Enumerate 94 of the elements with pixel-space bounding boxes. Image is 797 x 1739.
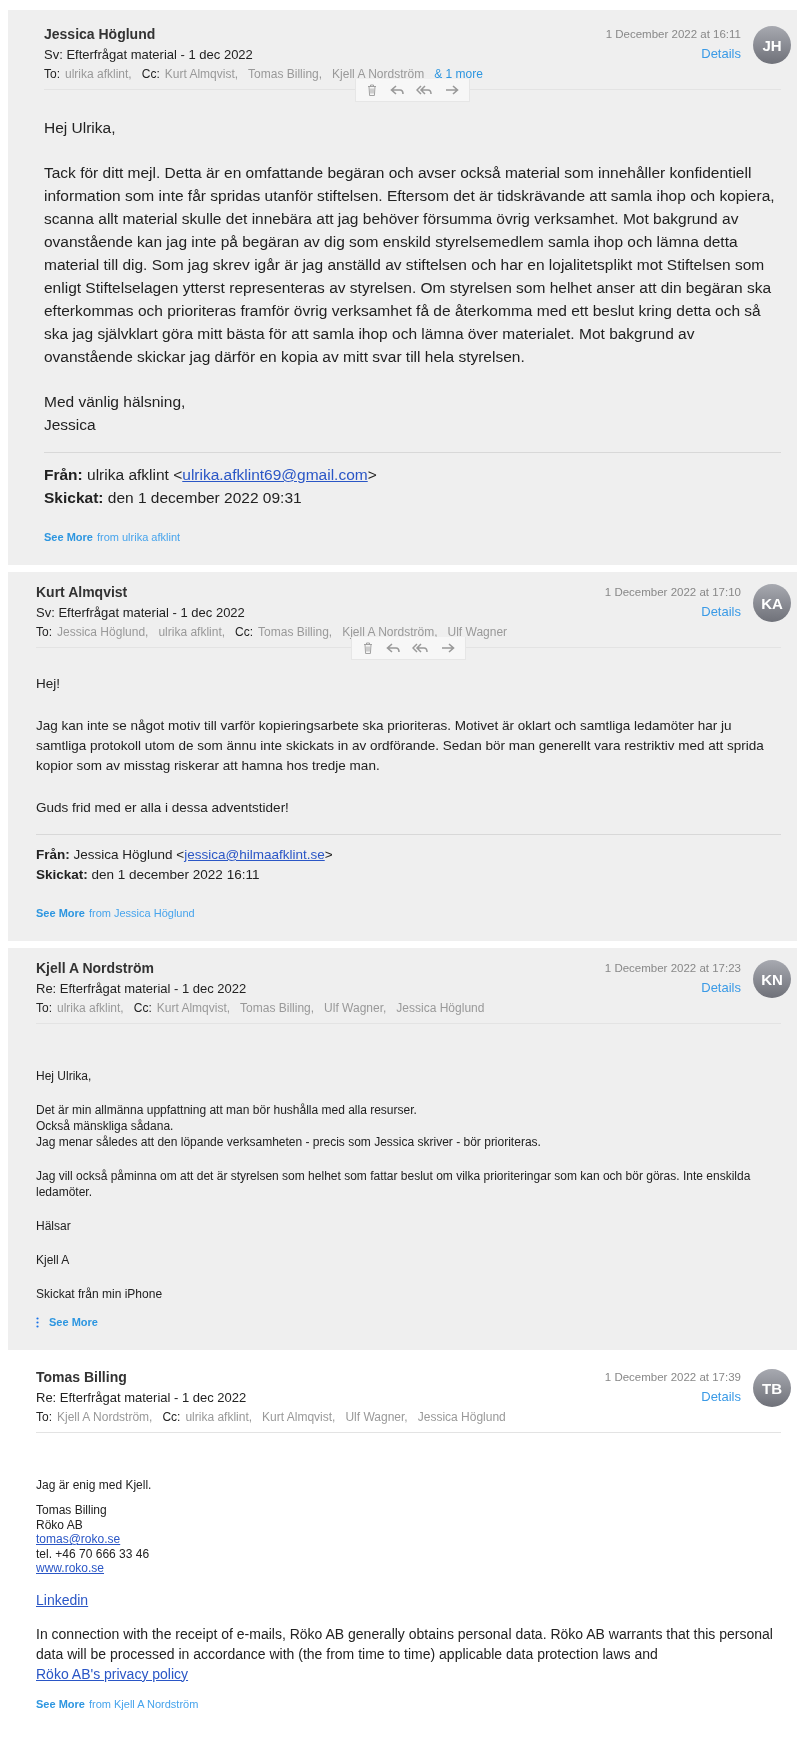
recipient[interactable]: Kurt Almqvist, (262, 1410, 336, 1424)
more-recipients-link[interactable]: & 1 more (434, 67, 483, 81)
text-line: Jag menar således att den löpande verksamheten - precis som Jessica skriver - bör prioriteras. (36, 1134, 542, 1150)
date: 1 December 2022 at 17:39 (604, 1371, 741, 1383)
delete-icon[interactable] (362, 642, 374, 654)
reply-all-icon[interactable] (416, 84, 433, 96)
text-line: Jag är enig med Kjell. (36, 1477, 153, 1493)
reply-icon[interactable] (386, 642, 400, 654)
avatar: JH (753, 26, 791, 64)
reply-icon[interactable] (390, 84, 404, 96)
see-more-link[interactable]: See More (44, 531, 93, 543)
subject: Re: Efterfrågat material - 1 dec 2022 (36, 981, 248, 996)
recipient[interactable]: Ulf Wagner (447, 625, 508, 639)
recipient[interactable]: Kurt Almqvist, (156, 1001, 231, 1015)
delete-icon[interactable] (366, 84, 378, 96)
text-line: tel. +46 70 666 33 46 (36, 1546, 151, 1561)
sender-name: Jessica Höglund (44, 26, 157, 42)
recipient[interactable]: Kjell A Nordström (332, 67, 425, 81)
text-line: Hej Ulrika, (44, 118, 117, 138)
link[interactable]: Linkedin (36, 1591, 89, 1608)
text-line: Jag vill också påminna om att det är styrelsen som helhet som fattar beslut om vilka prioriteringar som kan och bör göras. Inte enskilda ledamöter. (36, 1168, 752, 1200)
text-line: Det är min allmänna uppfattning att man bör hushålla med alla resurser. (36, 1102, 418, 1118)
text-line: Kjell A (36, 1252, 71, 1268)
recipient[interactable]: Jessica Höglund (396, 1001, 485, 1015)
subject: Re: Efterfrågat material - 1 dec 2022 (36, 1390, 248, 1405)
forward-icon[interactable] (441, 642, 455, 654)
link[interactable]: jessica@hilmaafklint.se (184, 847, 325, 862)
avatar: KA (753, 584, 791, 622)
to-label: To: (36, 1001, 52, 1015)
see-more-link[interactable]: See More (36, 907, 85, 919)
text-line: Skickat: den 1 december 2022 16:11 (36, 866, 261, 884)
see-more-link[interactable]: See More (49, 1316, 98, 1328)
recipient[interactable]: Tomas Billing, (248, 67, 323, 81)
text-line: Från: Jessica Höglund <jessica@hilmaafklint.se> (36, 846, 334, 864)
recipient[interactable]: Ulf Wagner, (345, 1410, 408, 1424)
link[interactable]: ulrika.afklint69@gmail.com (182, 466, 368, 483)
to-label: To: (36, 625, 52, 639)
text-line: Tomas Billing (36, 1503, 108, 1518)
avatar: KN (753, 960, 791, 998)
details-link[interactable]: Details (701, 46, 741, 61)
sender-name: Kjell A Nordström (36, 960, 155, 976)
to-label: To: (36, 1410, 52, 1424)
recipient[interactable]: Tomas Billing, (240, 1001, 315, 1015)
recipient[interactable]: Kjell A Nordström, (57, 1410, 153, 1424)
recipient[interactable]: Ulf Wagner, (324, 1001, 387, 1015)
text-line: Skickat: den 1 december 2022 09:31 (44, 488, 303, 508)
reply-all-icon[interactable] (412, 642, 429, 654)
link[interactable]: Röko AB's privacy policy (36, 1665, 189, 1682)
see-more-sender: from Kjell A Nordström (88, 1697, 199, 1710)
recipient[interactable]: ulrika afklint, (65, 67, 132, 81)
sender-name: Tomas Billing (36, 1369, 128, 1385)
details-link[interactable]: Details (701, 604, 741, 619)
text-line: Tack för ditt mejl. Detta är en omfattande begäran och avser också material som innehåller konfidentiell information som inte får spridas utanför stiftelsen. Eftersom det är tidskrävande att samla ihop och kopiera, scanna allt material skulle det innebära att jag behöver försumma övrig verksamhet. Mot bakgrund av ovanstående kan jag inte på begäran av dig som enskild styrelsemedlem samla ihop och lämna detta material till dig. Som jag skrev igår är jag anställd av stiftelsen och har en lojalitetsplikt mot Stiftelsen som enligt Stiftelselagen ytterst representeras av styrelsen. Om styrelsen som helhet anser att din begäran ska efterkommas och prioriteras framför övrig verksamhet få de återkomma med ett beslut kring detta och så ska jag självklart göra mitt bästa för att samla ihop och lämna över materialet. Mot bakgrund av ovanstående skickar jag därför en kopia av mitt svar till hela styrelsen. (44, 163, 776, 367)
text-line: Röko AB (36, 1517, 84, 1532)
text-line: Jessica (44, 415, 97, 435)
recipient[interactable]: ulrika afklint, (57, 1001, 124, 1015)
text-line: Också mänskliga sådana. (36, 1118, 175, 1134)
sender-name: Kurt Almqvist (36, 584, 129, 600)
see-more-link[interactable]: See More (36, 1697, 85, 1710)
details-link[interactable]: Details (701, 980, 741, 995)
subject: Sv: Efterfrågat material - 1 dec 2022 (36, 605, 246, 620)
date: 1 December 2022 at 17:23 (604, 962, 741, 974)
see-more-sender: from Jessica Höglund (88, 907, 195, 919)
cc-label: Cc: (235, 625, 254, 639)
forward-icon[interactable] (445, 84, 459, 96)
cc-label: Cc: (141, 67, 160, 81)
text-line: Guds frid med er alla i dessa adventstider! (36, 799, 290, 817)
text-line: Jag kan inte se något motiv till varför kopieringsarbete ska prioriteras. Motivet är oklart och samtliga ledamöter har ju samtliga protokoll utom de som ännu inte skickats in av ordförande. Sedan bör man generellt vara restriktiv med att sprida kopior som av misstag riskerar att hamna hos tredje man. (36, 717, 765, 775)
recipient[interactable]: Jessica Höglund (417, 1410, 506, 1424)
text-line: Hej! (36, 675, 61, 693)
recipient[interactable]: Jessica Höglund, (57, 625, 149, 639)
subject: Sv: Efterfrågat material - 1 dec 2022 (44, 47, 254, 62)
date: 1 December 2022 at 16:11 (605, 28, 741, 40)
date: 1 December 2022 at 17:10 (604, 586, 741, 598)
more-dots-icon[interactable] (36, 1316, 39, 1328)
text-line: Med vänlig hälsning, (44, 392, 187, 412)
recipient[interactable]: Tomas Billing, (258, 625, 333, 639)
link[interactable]: tomas@roko.se (36, 1532, 121, 1546)
cc-label: Cc: (162, 1410, 181, 1424)
text-line: Hälsar (36, 1218, 72, 1234)
cc-label: Cc: (133, 1001, 152, 1015)
details-link[interactable]: Details (701, 1389, 741, 1404)
recipient[interactable]: Kjell A Nordström, (342, 625, 438, 639)
text-line: Hej Ulrika, (36, 1068, 93, 1084)
text-line: Från: ulrika afklint <ulrika.afklint69@gmail.com> (44, 465, 378, 485)
text-line: In connection with the receipt of e-mails, Röko AB generally obtains personal data. Röko AB warrants that this personal data will be processed in accordance with (the from time to time) applicable data protection laws and Röko AB's privacy policy (36, 1624, 774, 1684)
recipient[interactable]: ulrika afklint, (185, 1410, 253, 1424)
recipient[interactable]: Kurt Almqvist, (164, 67, 239, 81)
avatar: TB (753, 1369, 791, 1407)
to-label: To: (44, 67, 60, 81)
text-line: Skickat från min iPhone (36, 1286, 164, 1302)
see-more-sender: from ulrika afklint (96, 531, 181, 543)
recipient[interactable]: ulrika afklint, (158, 625, 226, 639)
link[interactable]: www.roko.se (36, 1561, 105, 1575)
